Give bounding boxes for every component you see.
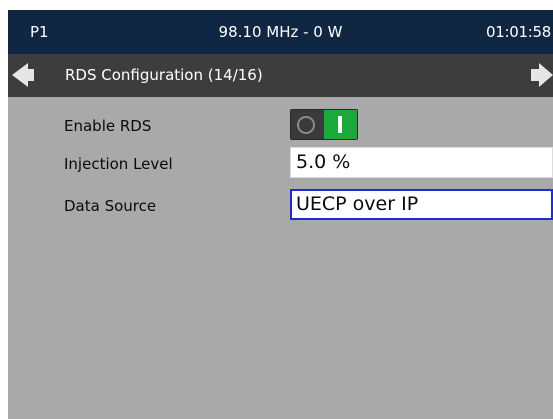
triangle-left-icon[interactable] [12, 63, 34, 87]
clock: 01:01:58 [486, 23, 551, 41]
toggle-on-bar-icon [338, 116, 342, 133]
page-title: RDS Configuration (14/16) [65, 66, 263, 84]
toggle-on-indicator [324, 110, 357, 139]
triangle-right-icon[interactable] [531, 63, 553, 87]
frequency-power-readout: 98.10 MHz - 0 W [218, 23, 343, 41]
enable-rds-toggle[interactable] [290, 109, 358, 140]
settings-panel: Enable RDS Injection Level 5.0 % Data So… [8, 97, 553, 419]
injection-level-label: Injection Level [64, 155, 173, 173]
data-source-label: Data Source [64, 197, 157, 215]
device-screen: P1 98.10 MHz - 0 W 01:01:58 RDS Configur… [8, 10, 553, 419]
menu-nav-bar: RDS Configuration (14/16) [8, 54, 553, 97]
data-source-field[interactable]: UECP over IP [290, 189, 553, 220]
enable-rds-label: Enable RDS [64, 117, 152, 135]
toggle-off-circle-icon [297, 116, 315, 134]
status-bar: P1 98.10 MHz - 0 W 01:01:58 [8, 10, 553, 54]
injection-level-field[interactable]: 5.0 % [290, 147, 553, 178]
